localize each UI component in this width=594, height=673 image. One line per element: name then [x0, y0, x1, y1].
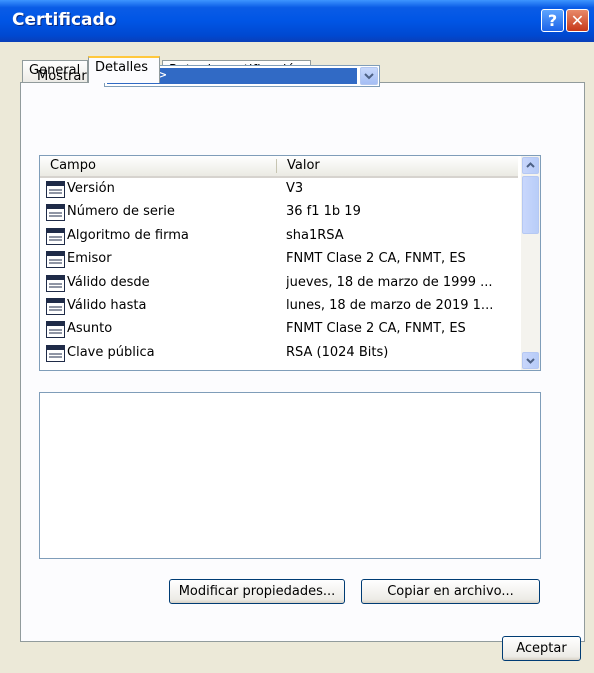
field-icon [46, 227, 65, 245]
row-value: jueves, 18 de marzo de 1999 ... [286, 274, 493, 290]
scroll-up-button[interactable] [522, 157, 539, 174]
copy-to-file-button[interactable]: Copiar en archivo... [361, 579, 540, 604]
certificate-dialog: Certificado ? ✕ General Detalles Ruta de… [0, 0, 594, 673]
column-header-campo[interactable]: Campo [40, 156, 276, 176]
scroll-down-button[interactable] [522, 352, 539, 369]
row-field: Válido hasta [67, 297, 147, 313]
list-header: Campo Valor [40, 156, 518, 178]
row-value: RSA (1024 Bits) [286, 344, 389, 360]
row-value: 36 f1 1b 19 [286, 204, 361, 220]
window-title: Certificado [12, 10, 117, 30]
row-field: Versión [67, 181, 115, 196]
list-rows: Versión V3 Número de serie 36 f1 1b 19 A… [40, 178, 518, 365]
row-field: Emisor [67, 251, 112, 267]
row-value: lunes, 18 de marzo de 2019 1... [286, 297, 494, 313]
row-field: Número de serie [67, 204, 175, 220]
row-value: FNMT Clase 2 CA, FNMT, ES [286, 321, 466, 337]
chevron-up-icon [526, 162, 535, 168]
close-button[interactable]: ✕ [566, 9, 589, 32]
row-field: Algoritmo de firma [67, 227, 189, 243]
list-row[interactable]: Versión V3 [40, 178, 518, 201]
scroll-thumb[interactable] [522, 176, 539, 234]
list-row[interactable]: Clave pública RSA (1024 Bits) [40, 342, 518, 365]
field-icon [46, 297, 65, 315]
field-icon [46, 204, 65, 222]
list-row[interactable]: Número de serie 36 f1 1b 19 [40, 201, 518, 224]
title-bar[interactable]: Certificado ? ✕ [0, 0, 594, 42]
modify-properties-button[interactable]: Modificar propiedades... [169, 579, 345, 604]
field-icon [46, 321, 65, 339]
row-value: FNMT Clase 2 CA, FNMT, ES [286, 251, 466, 267]
fields-list[interactable]: Campo Valor Versión V3 Número de serie 3… [39, 155, 541, 371]
column-header-valor[interactable]: Valor [277, 156, 518, 176]
list-row[interactable]: Emisor FNMT Clase 2 CA, FNMT, ES [40, 248, 518, 271]
field-icon [46, 251, 65, 269]
vertical-scrollbar[interactable] [521, 156, 540, 370]
help-button[interactable]: ? [541, 9, 564, 32]
mostrar-label: Mostrar: [37, 69, 91, 84]
list-row[interactable]: Algoritmo de firma sha1RSA [40, 225, 518, 248]
list-row[interactable]: Asunto FNMT Clase 2 CA, FNMT, ES [40, 318, 518, 341]
value-detail-box[interactable] [39, 392, 541, 559]
dropdown-arrow-button[interactable] [360, 67, 378, 85]
chevron-down-icon [364, 73, 374, 80]
field-icon [46, 344, 65, 362]
row-field: Válido desde [67, 274, 150, 290]
list-row[interactable]: Válido hasta lunes, 18 de marzo de 2019 … [40, 295, 518, 318]
row-value: V3 [286, 181, 304, 196]
field-icon [46, 181, 65, 198]
row-field: Clave pública [67, 344, 155, 360]
chevron-down-icon [526, 358, 535, 364]
field-icon [46, 274, 65, 292]
row-field: Asunto [67, 321, 113, 337]
row-value: sha1RSA [286, 227, 344, 243]
accept-button[interactable]: Aceptar [502, 636, 581, 661]
tab-detalles[interactable]: Detalles [88, 56, 160, 83]
list-row[interactable]: Válido desde jueves, 18 de marzo de 1999… [40, 272, 518, 295]
